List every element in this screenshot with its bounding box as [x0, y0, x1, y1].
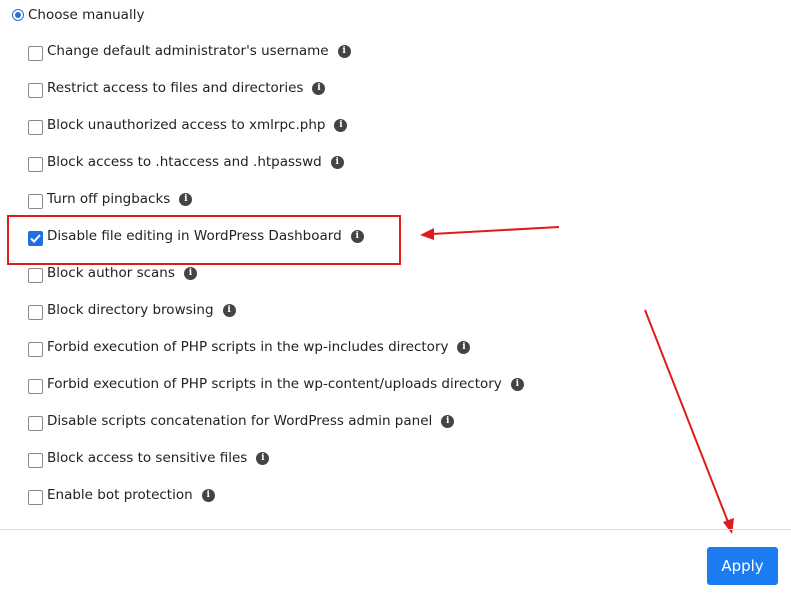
option-label[interactable]: Disable scripts concatenation for WordPr… — [47, 412, 432, 430]
option-label[interactable]: Block author scans — [47, 264, 175, 282]
option-disable-file-editing: Disable file editing in WordPress Dashbo… — [28, 227, 524, 264]
checkbox[interactable] — [28, 194, 43, 209]
option-label[interactable]: Restrict access to files and directories — [47, 79, 303, 97]
choose-manually-label: Choose manually — [28, 7, 145, 23]
option-label[interactable]: Change default administrator's username — [47, 42, 329, 60]
info-icon[interactable]: i — [330, 156, 344, 169]
option-disable-script-concatenation: Disable scripts concatenation for WordPr… — [28, 412, 524, 449]
checkbox[interactable] — [28, 120, 43, 135]
checkbox[interactable] — [28, 46, 43, 61]
info-icon[interactable]: i — [334, 119, 348, 132]
option-restrict-file-access: Restrict access to files and directories… — [28, 79, 524, 116]
info-icon[interactable]: i — [457, 341, 471, 354]
option-block-sensitive-files: Block access to sensitive files i — [28, 449, 524, 486]
option-label[interactable]: Forbid execution of PHP scripts in the w… — [47, 338, 448, 356]
option-block-directory-browsing: Block directory browsing i — [28, 301, 524, 338]
option-change-admin-username: Change default administrator's username … — [28, 42, 524, 79]
checkbox[interactable] — [28, 268, 43, 283]
info-icon[interactable]: i — [510, 378, 524, 391]
option-label[interactable]: Block directory browsing — [47, 301, 214, 319]
option-turn-off-pingbacks: Turn off pingbacks i — [28, 190, 524, 227]
option-enable-bot-protection: Enable bot protection i — [28, 486, 524, 523]
option-label[interactable]: Enable bot protection — [47, 486, 193, 504]
choose-manually-radio[interactable] — [12, 9, 24, 21]
info-icon[interactable]: i — [201, 489, 215, 502]
option-block-xmlrpc: Block unauthorized access to xmlrpc.php … — [28, 116, 524, 153]
footer-divider — [0, 529, 791, 530]
option-block-author-scans: Block author scans i — [28, 264, 524, 301]
checkbox[interactable] — [28, 305, 43, 320]
info-icon[interactable]: i — [256, 452, 270, 465]
checkbox[interactable] — [28, 157, 43, 172]
info-icon[interactable]: i — [337, 45, 351, 58]
annotation-arrow-down — [644, 309, 734, 534]
checkbox[interactable] — [28, 453, 43, 468]
checkbox[interactable] — [28, 416, 43, 431]
option-block-htaccess: Block access to .htaccess and .htpasswd … — [28, 153, 524, 190]
checkbox[interactable] — [28, 83, 43, 98]
option-label[interactable]: Block access to .htaccess and .htpasswd — [47, 153, 322, 171]
choose-manually-option[interactable]: Choose manually — [12, 6, 144, 24]
apply-button[interactable]: Apply — [707, 547, 778, 585]
checkbox[interactable] — [28, 342, 43, 357]
option-label[interactable]: Forbid execution of PHP scripts in the w… — [47, 375, 502, 393]
option-label[interactable]: Block access to sensitive files — [47, 449, 247, 467]
option-label[interactable]: Block unauthorized access to xmlrpc.php — [47, 116, 325, 134]
hardening-options-list: Change default administrator's username … — [28, 42, 524, 523]
checkbox[interactable] — [28, 379, 43, 394]
checkbox[interactable] — [28, 231, 43, 246]
radio-selected-dot — [15, 12, 21, 18]
option-label[interactable]: Disable file editing in WordPress Dashbo… — [47, 227, 342, 245]
info-icon[interactable]: i — [222, 304, 236, 317]
option-label[interactable]: Turn off pingbacks — [47, 190, 170, 208]
info-icon[interactable]: i — [183, 267, 197, 280]
info-icon[interactable]: i — [179, 193, 193, 206]
info-icon[interactable]: i — [312, 82, 326, 95]
info-icon[interactable]: i — [350, 230, 364, 243]
checkbox[interactable] — [28, 490, 43, 505]
option-forbid-php-uploads: Forbid execution of PHP scripts in the w… — [28, 375, 524, 412]
checkmark-icon — [30, 234, 41, 243]
option-forbid-php-wp-includes: Forbid execution of PHP scripts in the w… — [28, 338, 524, 375]
info-icon[interactable]: i — [441, 415, 455, 428]
